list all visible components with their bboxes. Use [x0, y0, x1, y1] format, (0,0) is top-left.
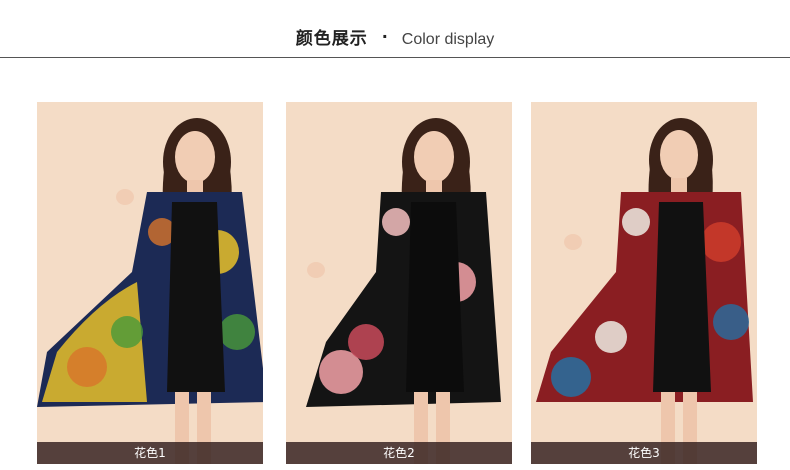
product-label-2: 花色2 [286, 442, 512, 464]
title-separator: · [381, 27, 388, 46]
section-header: 颜色展示 · Color display [0, 0, 790, 58]
section-title: 颜色展示 · Color display [0, 24, 790, 49]
header-divider [0, 57, 790, 58]
product-photo-3 [531, 102, 757, 464]
product-label-3: 花色3 [531, 442, 757, 464]
product-photo-2 [286, 102, 512, 464]
title-chinese: 颜色展示 [295, 29, 368, 49]
product-photo-1 [37, 102, 263, 464]
product-card-3[interactable]: 花色3 [531, 102, 757, 464]
title-english: Color display [401, 31, 495, 48]
product-card-2[interactable]: 花色2 [286, 102, 512, 464]
product-card-1[interactable]: 花色1 [37, 102, 263, 464]
product-label-1: 花色1 [37, 442, 263, 464]
